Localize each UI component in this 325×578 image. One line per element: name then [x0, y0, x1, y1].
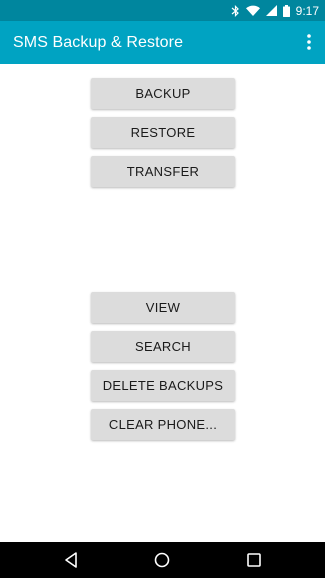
restore-button[interactable]: RESTORE — [91, 117, 235, 148]
wifi-icon — [245, 5, 260, 16]
delete-backups-button[interactable]: DELETE BACKUPS — [91, 370, 235, 401]
recents-icon[interactable] — [245, 551, 263, 569]
overflow-menu-icon[interactable] — [301, 31, 317, 53]
back-icon[interactable] — [62, 551, 80, 569]
backup-button[interactable]: BACKUP — [91, 78, 235, 109]
app-bar: SMS Backup & Restore — [0, 21, 325, 64]
clear-phone-button[interactable]: CLEAR PHONE... — [91, 409, 235, 440]
battery-icon — [282, 4, 290, 17]
status-bar: 9:17 — [0, 0, 325, 21]
transfer-button[interactable]: TRANSFER — [91, 156, 235, 187]
status-time: 9:17 — [295, 3, 319, 18]
view-button[interactable]: VIEW — [91, 292, 235, 323]
bluetooth-icon — [231, 4, 240, 17]
main-content: BACKUP RESTORE TRANSFER VIEW SEARCH DELE… — [0, 64, 325, 542]
app-title: SMS Backup & Restore — [13, 33, 184, 51]
navigation-bar — [0, 542, 325, 578]
search-button[interactable]: SEARCH — [91, 331, 235, 362]
signal-icon — [265, 5, 277, 16]
home-icon[interactable] — [153, 551, 171, 569]
